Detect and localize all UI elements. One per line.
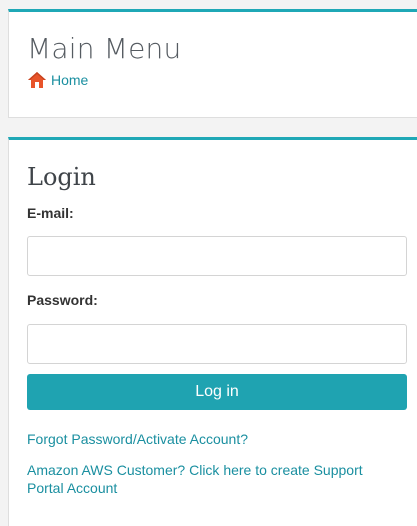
login-title: Login	[27, 163, 96, 191]
email-field[interactable]	[27, 236, 407, 276]
aws-support-link[interactable]: Amazon AWS Customer? Click here to creat…	[27, 461, 397, 497]
login-panel: Login E-mail: Password: Log in Forgot Pa…	[8, 137, 417, 526]
home-icon[interactable]	[27, 71, 47, 89]
forgot-password-link[interactable]: Forgot Password/Activate Account?	[27, 430, 407, 448]
main-menu-panel: Main Menu Home	[8, 9, 417, 118]
password-field[interactable]	[27, 324, 407, 364]
breadcrumb: Home	[27, 70, 88, 90]
email-label: E-mail:	[27, 205, 74, 221]
page-title: Main Menu	[27, 32, 182, 65]
breadcrumb-home-link[interactable]: Home	[51, 71, 88, 89]
page: Main Menu Home Login E-mail: Password: L…	[0, 0, 417, 526]
login-button[interactable]: Log in	[27, 374, 407, 410]
password-label: Password:	[27, 292, 98, 308]
